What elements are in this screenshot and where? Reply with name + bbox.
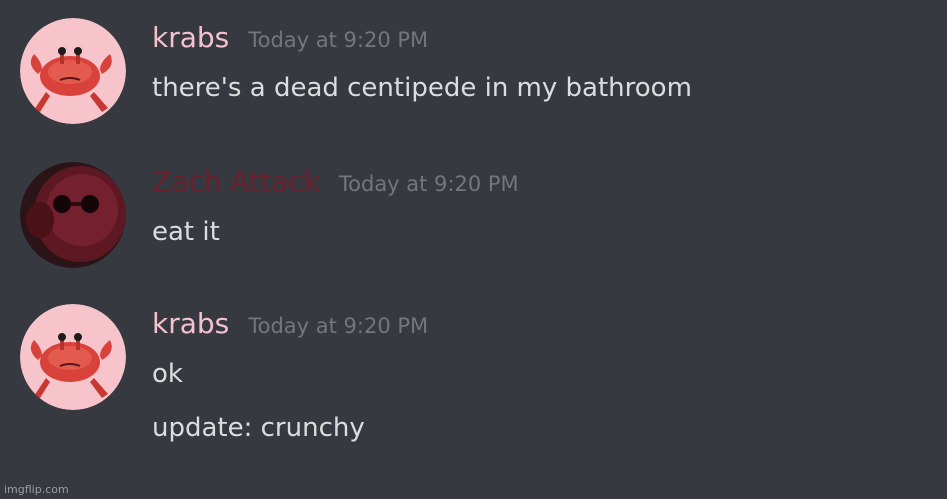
timestamp: Today at 9:20 PM [338, 172, 519, 196]
chat-message-list: krabs Today at 9:20 PM there's a dead ce… [0, 0, 947, 499]
message-text: ok [152, 359, 183, 389]
watermark: imgflip.com [4, 483, 69, 496]
username[interactable]: krabs [152, 18, 229, 58]
user-avatar[interactable] [20, 162, 126, 268]
crab-avatar-icon [20, 18, 126, 124]
dark-red-creature-avatar-icon [20, 162, 126, 268]
user-avatar[interactable] [20, 304, 126, 410]
message-text: there's a dead centipede in my bathroom [152, 73, 692, 103]
timestamp: Today at 9:20 PM [248, 314, 429, 338]
crab-avatar-icon [20, 304, 126, 410]
message-text: eat it [152, 217, 220, 247]
timestamp: Today at 9:20 PM [248, 28, 429, 52]
username[interactable]: krabs [152, 304, 229, 344]
user-avatar[interactable] [20, 18, 126, 124]
username[interactable]: Zach Attack [152, 162, 320, 202]
message-text: update: crunchy [152, 413, 365, 443]
